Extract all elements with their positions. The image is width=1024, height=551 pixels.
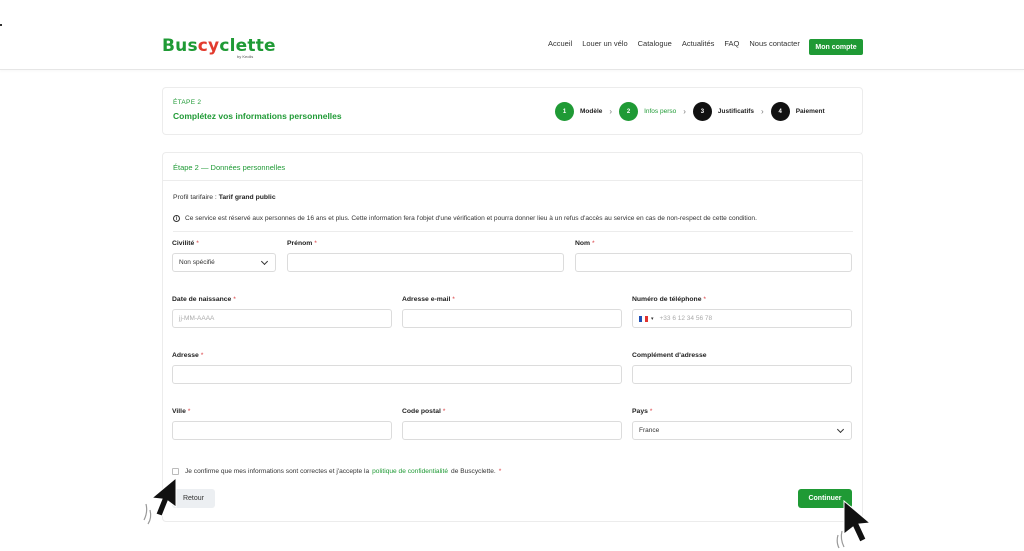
address-label: Adresse * xyxy=(172,352,204,359)
postcode-label: Code postal * xyxy=(402,408,446,415)
logo-subtitle: by Keolis xyxy=(237,54,254,59)
nav-faq[interactable]: FAQ xyxy=(724,39,739,48)
france-flag-icon[interactable] xyxy=(639,315,648,322)
stepper: 1 Modèle › 2 Infos perso › 3 Justificati… xyxy=(555,102,825,121)
logo-part-1: Bus xyxy=(162,36,198,56)
step-justificatifs: 3 Justificatifs xyxy=(692,102,755,121)
step-name-4: Paiement xyxy=(795,108,825,115)
postcode-input[interactable] xyxy=(402,421,622,440)
step-progress-card: ÉTAPE 2 Complétez vos informations perso… xyxy=(162,87,863,135)
birthdate-input[interactable]: jj-MM-AAAA xyxy=(172,309,392,328)
phone-input[interactable]: ▾ +33 6 12 34 56 78 xyxy=(632,309,852,328)
logo-part-3: clette xyxy=(219,36,276,56)
step-title: Complétez vos informations personnelles xyxy=(173,111,342,121)
address2-input[interactable] xyxy=(632,365,852,384)
step-number-3: 3 xyxy=(692,102,712,121)
consent-text-end: de Buscyclette. xyxy=(451,468,496,475)
chevron-down-icon xyxy=(260,257,269,266)
stray-dot xyxy=(0,24,2,26)
lastname-label: Nom * xyxy=(575,240,595,247)
civility-select[interactable]: Non spécifié xyxy=(172,253,276,272)
my-account-button[interactable]: Mon compte xyxy=(809,39,863,55)
firstname-input[interactable] xyxy=(287,253,564,272)
address2-label: Complément d'adresse xyxy=(632,352,707,359)
city-label: Ville * xyxy=(172,408,191,415)
phone-label: Numéro de téléphone * xyxy=(632,296,707,303)
consent-row: Je confirme que mes informations sont co… xyxy=(172,468,501,475)
step-number-2: 2 xyxy=(619,102,639,121)
tariff-profile-label: Profil tarifaire : xyxy=(173,194,219,201)
divider xyxy=(173,231,853,232)
civility-label: Civilité * xyxy=(172,240,199,247)
step-number-1: 1 xyxy=(555,102,574,121)
step-separator-icon: › xyxy=(609,107,613,116)
caret-down-icon: ▾ xyxy=(651,315,654,322)
info-icon: i xyxy=(173,215,180,222)
birthdate-label: Date de naissance * xyxy=(172,296,236,303)
nav-nous-contacter[interactable]: Nous contacter xyxy=(749,39,799,48)
age-notice: i Ce service est réservé aux personnes d… xyxy=(173,215,757,222)
age-notice-text: Ce service est réservé aux personnes de … xyxy=(185,215,757,222)
lastname-input[interactable] xyxy=(575,253,852,272)
address-input[interactable] xyxy=(172,365,622,384)
step-number-4: 4 xyxy=(770,102,790,121)
step-name-1: Modèle xyxy=(580,108,603,115)
site-header: Buscyclette by Keolis Accueil Louer un v… xyxy=(0,0,1024,70)
country-label: Pays * xyxy=(632,408,653,415)
tariff-profile-value: Tarif grand public xyxy=(218,194,276,201)
step-label: ÉTAPE 2 xyxy=(173,99,202,106)
nav-louer-un-velo[interactable]: Louer un vélo xyxy=(582,39,627,48)
tariff-profile: Profil tarifaire : Tarif grand public xyxy=(173,194,276,201)
form-header: Étape 2 — Données personnelles xyxy=(163,153,862,181)
logo[interactable]: Buscyclette by Keolis xyxy=(162,36,276,62)
step-paiement: 4 Paiement xyxy=(770,102,825,121)
step-name-3: Justificatifs xyxy=(717,108,755,115)
nav-actualites[interactable]: Actualités xyxy=(682,39,715,48)
chevron-down-icon xyxy=(836,425,845,434)
firstname-label: Prénom * xyxy=(287,240,317,247)
step-infos-perso: 2 Infos perso xyxy=(619,102,676,121)
cursor-arrow-icon xyxy=(836,499,872,549)
email-label: Adresse e-mail * xyxy=(402,296,455,303)
nav-accueil[interactable]: Accueil xyxy=(548,39,572,48)
personal-data-form: Étape 2 — Données personnelles Profil ta… xyxy=(162,152,863,522)
email-input[interactable] xyxy=(402,309,622,328)
step-name-2: Infos perso xyxy=(644,108,677,115)
required-mark: * xyxy=(498,468,502,475)
form-title: Étape 2 — Données personnelles xyxy=(173,163,286,172)
city-input[interactable] xyxy=(172,421,392,440)
step-separator-icon: › xyxy=(761,107,764,116)
privacy-policy-link[interactable]: politique de confidentialité xyxy=(372,468,448,475)
consent-text: Je confirme que mes informations sont co… xyxy=(185,468,370,475)
country-select[interactable]: France xyxy=(632,421,852,440)
step-modele: 1 Modèle xyxy=(555,102,602,121)
main-nav: Accueil Louer un vélo Catalogue Actualit… xyxy=(548,39,810,48)
nav-catalogue[interactable]: Catalogue xyxy=(638,39,672,48)
step-separator-icon: › xyxy=(683,107,686,116)
cursor-arrow-icon xyxy=(143,476,177,525)
logo-part-2: cy xyxy=(197,36,220,56)
